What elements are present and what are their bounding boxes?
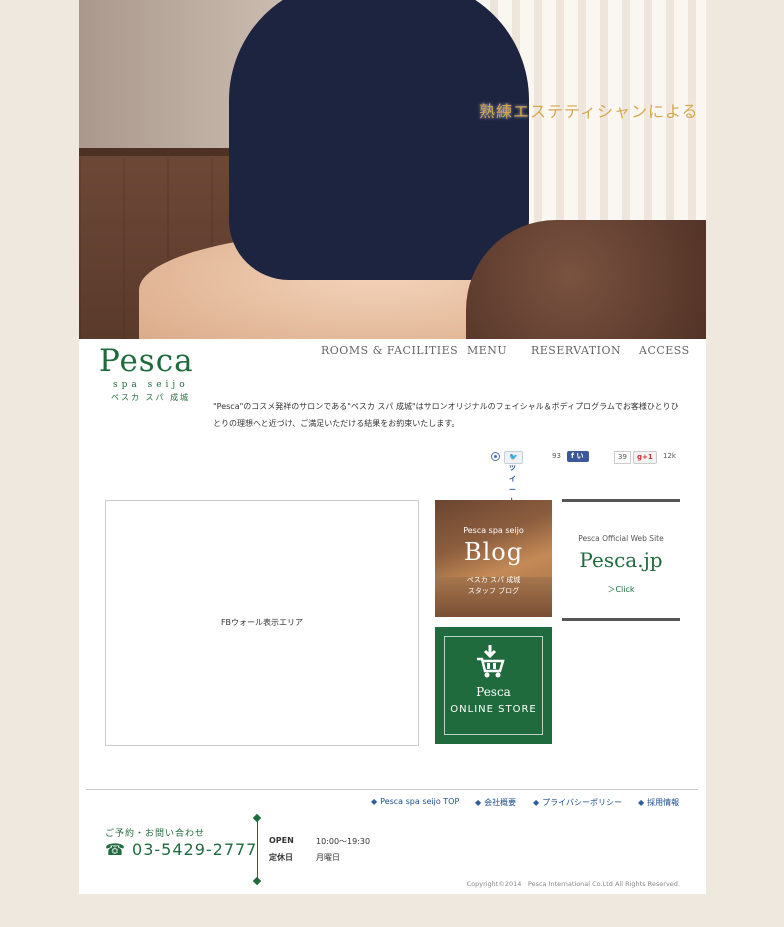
hero-therapist xyxy=(229,0,529,280)
copyright: Copyright©2014 Pesca International Co.Lt… xyxy=(466,880,680,888)
radio-icon[interactable] xyxy=(491,452,500,461)
blog-banner-title: Blog xyxy=(463,538,524,566)
footer-link-label: Pesca spa seijo TOP xyxy=(380,797,460,806)
intro-text: "Pesca"のコスメ発祥のサロンである"ペスカ スパ 成城"はサロンオリジナル… xyxy=(213,402,679,428)
open-hours: 10:00〜19:30 xyxy=(316,837,371,846)
blog-banner[interactable]: Pesca spa seijo Blog ペスカ スパ 成城 スタッフ ブログ xyxy=(435,500,552,617)
official-site-title: Pesca.jp xyxy=(579,548,663,572)
blog-banner-subtitle: Pesca spa seijo xyxy=(463,526,524,535)
official-site-banner[interactable]: Pesca Official Web Site Pesca.jp ＞Click xyxy=(562,499,680,621)
hero-caption: 熟練エステティシャンによる xyxy=(479,102,699,121)
tweet-button[interactable]: 🐦 ツイート xyxy=(504,451,523,505)
gplus-label: +1 xyxy=(642,453,653,461)
phone-number[interactable]: ☎ 03-5429-2777 xyxy=(105,840,257,859)
footer-vertical-line xyxy=(257,818,258,882)
fb-wall-placeholder: FBウォール表示エリア xyxy=(220,618,304,627)
diamond-icon: ◆ xyxy=(371,797,378,806)
footer-link-label: 採用情報 xyxy=(647,798,680,807)
footer-link-recruit[interactable]: ◆ 採用情報 xyxy=(638,797,679,808)
diamond-icon: ◆ xyxy=(533,798,540,807)
nav-menu[interactable]: MENU xyxy=(467,344,507,357)
closed-label: 定休日 xyxy=(269,853,293,862)
closed-day: 月曜日 xyxy=(316,853,340,862)
hero-towel xyxy=(466,220,706,339)
footer-link-privacy[interactable]: ◆ プライバシーポリシー xyxy=(533,797,622,808)
online-store-brand: Pesca xyxy=(476,685,511,699)
online-store-label: ONLINE STORE xyxy=(450,704,537,715)
logo-japanese: ペスカ スパ 成城 xyxy=(111,393,191,402)
contact-label: ご予約・お問い合わせ xyxy=(105,829,206,839)
gplus-count: 12k xyxy=(663,452,676,460)
hero-image: 熟練エステティシャンによる xyxy=(79,0,706,339)
footer-link-label: プライバシーポリシー xyxy=(542,798,622,807)
diamond-icon: ◆ xyxy=(475,798,482,807)
official-site-subtitle: Pesca Official Web Site xyxy=(578,534,664,543)
footer-line-bottom-diamond xyxy=(252,876,262,886)
main-nav: ROOMS & FACILITIES MENU RESERVATION ACCE… xyxy=(319,344,689,358)
online-store-banner[interactable]: Pesca ONLINE STORE xyxy=(435,627,552,744)
logo-subtitle: spa seijo xyxy=(113,380,189,390)
like-count: 39 xyxy=(614,451,631,464)
blog-banner-jp-line1: ペスカ スパ 成城 xyxy=(466,576,521,584)
nav-rooms-facilities[interactable]: ROOMS & FACILITIES xyxy=(321,344,458,357)
footer-line-top-diamond xyxy=(252,813,262,823)
tweet-count: 93 xyxy=(552,452,561,460)
blog-banner-jp-line2: スタッフ ブログ xyxy=(467,587,520,595)
official-site-click: ＞Click xyxy=(607,585,635,594)
diamond-icon: ◆ xyxy=(638,798,645,807)
footer-link-label: 会社概要 xyxy=(484,798,517,807)
footer-divider xyxy=(86,789,698,790)
cart-download-icon xyxy=(477,645,505,678)
logo-wordmark: Pesca xyxy=(99,343,194,379)
tweet-label: ツイート xyxy=(509,464,516,505)
google-plus-button[interactable]: g+1 xyxy=(633,451,657,464)
footer-link-company[interactable]: ◆ 会社概要 xyxy=(475,797,516,808)
twitter-bird-icon: 🐦 xyxy=(509,453,518,461)
facebook-like-button[interactable]: f いいね！ xyxy=(567,451,589,482)
page-container: 熟練エステティシャンによる Pesca spa seijo ペスカ スパ 成城 … xyxy=(79,0,706,894)
open-label: OPEN xyxy=(269,836,294,845)
site-logo[interactable]: Pesca spa seijo ペスカ スパ 成城 xyxy=(99,346,199,403)
nav-reservation[interactable]: RESERVATION xyxy=(531,344,621,357)
blog-banner-japanese: ペスカ スパ 成城 スタッフ ブログ xyxy=(435,575,552,597)
footer-link-top[interactable]: ◆ Pesca spa seijo TOP xyxy=(371,797,459,806)
nav-access[interactable]: ACCESS xyxy=(639,344,690,357)
fb-wall-area: FBウォール表示エリア xyxy=(105,500,419,746)
